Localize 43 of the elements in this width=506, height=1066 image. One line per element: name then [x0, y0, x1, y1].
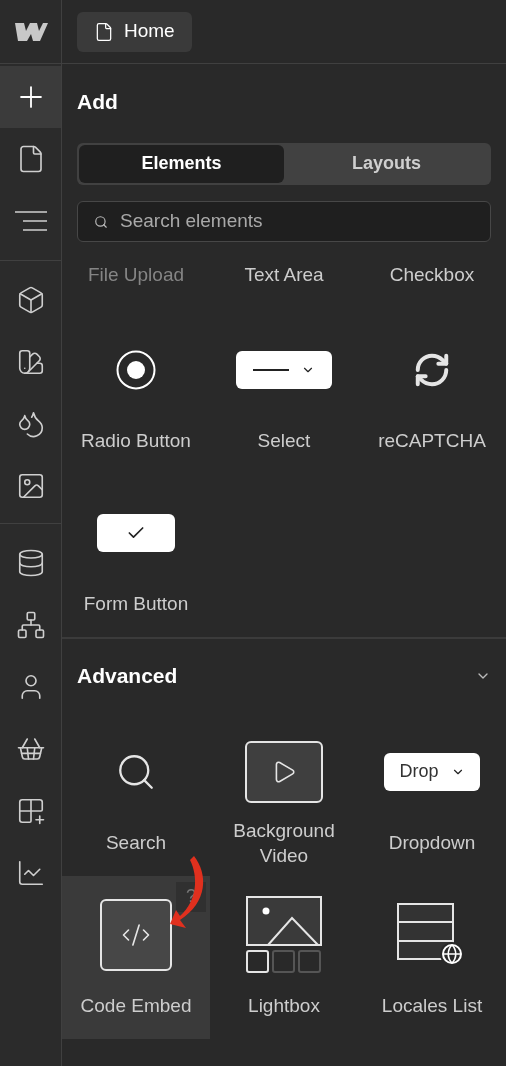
element-label: Select: [257, 429, 311, 453]
lightbox-icon: [246, 895, 322, 974]
element-tile[interactable]: Lightbox: [210, 875, 358, 1039]
element-tile[interactable]: Text Area: [210, 243, 358, 311]
element-label: Search: [105, 831, 167, 855]
dropdown-preview: Drop: [384, 752, 480, 791]
search-field[interactable]: Search elements: [77, 200, 491, 242]
element-label: Background Video: [232, 818, 336, 868]
code-icon: [100, 898, 172, 971]
element-tile[interactable]: Drop Dropdown: [358, 712, 506, 876]
element-tile[interactable]: Background Video: [210, 712, 358, 876]
element-label: Checkbox: [389, 262, 475, 287]
select-preview-icon: [236, 350, 332, 389]
tab[interactable]: Layouts: [284, 144, 489, 183]
video-icon: [245, 740, 323, 803]
tab[interactable]: Elements: [79, 144, 284, 183]
element-label: reCAPTCHA: [378, 429, 486, 453]
element-tile[interactable]: File Upload: [62, 243, 210, 311]
element-tile[interactable]: Form Button: [62, 473, 210, 637]
element-label: File Upload: [87, 262, 185, 287]
element-tile[interactable]: Select: [210, 310, 358, 474]
element-label: Dropdown: [388, 831, 476, 855]
panel-title: Add: [77, 89, 119, 115]
element-label: Text Area: [244, 262, 324, 287]
element-label: Form Button: [83, 592, 189, 616]
navigator-icon: [13, 210, 48, 232]
element-label: Code Embed: [80, 994, 192, 1018]
search-icon: [94, 214, 108, 229]
element-label: Lightbox: [248, 994, 320, 1018]
element-label: Radio Button: [81, 429, 191, 453]
section-title: Advanced: [77, 662, 178, 689]
logo-icon[interactable]: [13, 21, 48, 42]
element-tile[interactable]: Checkbox: [358, 243, 506, 311]
element-tile[interactable]: Locales List: [358, 875, 506, 1039]
flow-icon: [15, 610, 46, 640]
element-tile[interactable]: Radio Button: [62, 310, 210, 474]
radio-icon: [116, 349, 156, 390]
page-icon: [94, 21, 114, 42]
form-button-icon: [97, 513, 175, 552]
element-tile[interactable]: reCAPTCHA: [358, 310, 506, 474]
element-tile[interactable]: Search: [62, 712, 210, 876]
element-label: Locales List: [381, 994, 483, 1018]
page-button[interactable]: Home: [77, 11, 192, 52]
